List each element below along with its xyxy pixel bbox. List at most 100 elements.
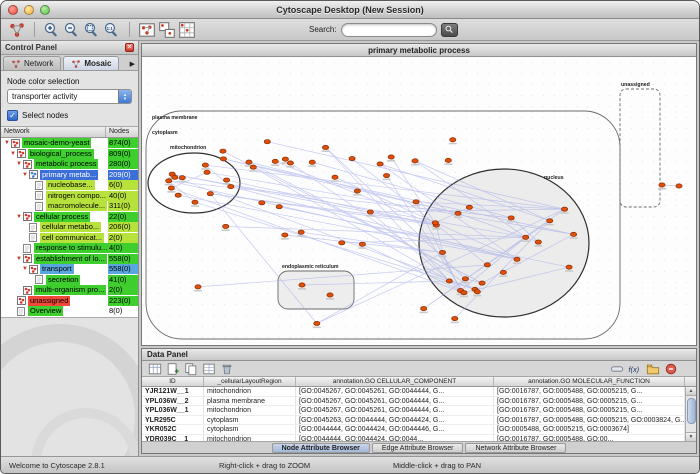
network-node[interactable] [359, 242, 365, 246]
network-node[interactable] [259, 201, 265, 205]
network-node[interactable] [570, 232, 576, 236]
network-node[interactable] [172, 175, 178, 179]
table-cell[interactable]: plasma membrane [204, 397, 296, 406]
tree-row[interactable]: secretion41(0) [1, 275, 138, 286]
select-nodes-checkbox[interactable]: ✓ [7, 110, 18, 121]
network-node[interactable] [166, 179, 172, 183]
table-cell[interactable]: [GO:0016787, GO:0005488, GO:0005215, G..… [494, 397, 685, 406]
attribute-dropdown[interactable]: transporter activity ▲▼ [7, 89, 132, 104]
network-node[interactable] [204, 170, 210, 174]
tree-row[interactable]: ▼transport558(0) [1, 264, 138, 275]
minimize-window-button[interactable] [24, 5, 34, 15]
network-node[interactable] [566, 265, 572, 269]
expander-icon[interactable]: ▼ [3, 138, 11, 148]
copy-attribute-icon[interactable] [184, 362, 198, 376]
table-cell[interactable]: [GO:0016787, GO:0005488, GO:0005215, GO:… [494, 416, 685, 425]
expander-icon[interactable]: ▼ [9, 149, 17, 159]
network-node[interactable] [547, 219, 553, 223]
tab-scroll-right-icon[interactable]: ▶ [130, 60, 138, 70]
network-node[interactable] [202, 163, 208, 167]
network-node[interactable] [676, 184, 682, 188]
scroll-up-icon[interactable]: ▲ [686, 387, 697, 396]
tree-row[interactable]: cell communicat...2(0) [1, 233, 138, 244]
network-node[interactable] [223, 178, 229, 182]
nodes-column-header[interactable]: Nodes [106, 127, 138, 137]
network-node[interactable] [500, 270, 506, 274]
network-node[interactable] [195, 285, 201, 289]
column-header[interactable]: annotation.GO MOLECULAR_FUNCTION [494, 377, 685, 386]
tree-row[interactable]: cellular metabo...206(0) [1, 222, 138, 233]
network-node[interactable] [535, 240, 541, 244]
network-node[interactable] [479, 281, 485, 285]
network-node[interactable] [474, 290, 480, 294]
network-node[interactable] [461, 291, 467, 295]
network-node[interactable] [514, 257, 520, 261]
table-cell[interactable]: [GO:0045267, GO:0045261, GO:0044444, G..… [296, 397, 494, 406]
select-attributes-icon[interactable] [148, 362, 162, 376]
network-node[interactable] [452, 316, 458, 320]
network-node[interactable] [484, 263, 490, 267]
close-panel-icon[interactable]: ✕ [125, 43, 134, 52]
network-node[interactable] [383, 173, 389, 177]
network-node[interactable] [339, 241, 345, 245]
network-node[interactable] [508, 216, 514, 220]
network-node[interactable] [299, 283, 305, 287]
table-cell[interactable]: YKR052C [142, 425, 204, 434]
network-node[interactable] [282, 233, 288, 237]
network-column-header[interactable]: Network [1, 127, 106, 137]
table-cell[interactable]: YPL036W__2 [142, 397, 204, 406]
network-node[interactable] [446, 279, 452, 283]
expander-icon[interactable]: ▼ [21, 170, 29, 180]
network-node[interactable] [439, 250, 445, 254]
network-node[interactable] [349, 156, 355, 160]
column-header[interactable]: annotation.GO CELLULAR_COMPONENT [296, 377, 494, 386]
network-node[interactable] [314, 321, 320, 325]
tree-row[interactable]: Overview8(0) [1, 306, 138, 317]
network-node[interactable] [466, 205, 472, 209]
network-node[interactable] [412, 159, 418, 163]
network-node[interactable] [298, 230, 304, 234]
tab-node-attribute-browser[interactable]: Node Attribute Browser [272, 443, 370, 453]
network-node[interactable] [455, 211, 461, 215]
zoom-actual-icon[interactable]: 1:1 [103, 21, 121, 39]
tab-mosaic[interactable]: Mosaic [63, 56, 119, 70]
network-pair-icon[interactable] [158, 21, 176, 39]
column-header[interactable]: _cellularLayoutRegion [204, 377, 296, 386]
network-node[interactable] [220, 149, 226, 153]
table-row[interactable]: YLR295Ccytoplasm[GO:0045263, GO:0044444,… [142, 416, 685, 426]
table-row[interactable]: YPL036W__1mitochondrion[GO:0045267, GO:0… [142, 406, 685, 416]
network-canvas-svg[interactable]: plasma membranecytoplasmunassignedmitoch… [142, 57, 696, 345]
table-cell[interactable]: YLR295C [142, 416, 204, 425]
network-node[interactable] [388, 155, 394, 159]
network-node[interactable] [322, 145, 328, 149]
search-input[interactable] [341, 23, 437, 37]
tree-row[interactable]: macromolecule...311(0) [1, 201, 138, 212]
formula-builder-icon[interactable]: f(x) [628, 362, 642, 376]
table-cell[interactable]: [GO:0045267, GO:0045261, GO:0044444, G..… [296, 406, 494, 415]
network-view-title[interactable]: primary metabolic process [142, 44, 696, 57]
network-node[interactable] [168, 186, 174, 190]
network-node[interactable] [421, 306, 427, 310]
network-node[interactable] [179, 176, 185, 180]
network-node[interactable] [264, 140, 270, 144]
table-cell[interactable]: mitochondrion [204, 387, 296, 396]
overview-icon[interactable] [138, 21, 156, 39]
network-node[interactable] [332, 175, 338, 179]
tab-edge-attribute-browser[interactable]: Edge Attribute Browser [372, 443, 464, 453]
network-node[interactable] [272, 159, 278, 163]
table-cell[interactable]: mitochondrion [204, 406, 296, 415]
network-node[interactable] [445, 158, 451, 162]
network-node[interactable] [282, 157, 288, 161]
table-cell[interactable]: [GO:0005488, GO:0005215, GO:0003674] [494, 425, 685, 434]
network-node[interactable] [228, 184, 234, 188]
table-cell[interactable]: YPL036W__1 [142, 406, 204, 415]
tree-row[interactable]: ▼cellular process22(0) [1, 212, 138, 223]
table-cell[interactable]: [GO:0045267, GO:0045261, GO:0044444, G..… [296, 387, 494, 396]
network-node[interactable] [432, 221, 438, 225]
table-cell[interactable]: cytoplasm [204, 425, 296, 434]
search-go-button[interactable] [441, 23, 458, 37]
list-attributes-icon[interactable] [202, 362, 216, 376]
network-node[interactable] [276, 205, 282, 209]
tree-row[interactable]: ▼establishment of lo...558(0) [1, 254, 138, 265]
network-node[interactable] [377, 162, 383, 166]
